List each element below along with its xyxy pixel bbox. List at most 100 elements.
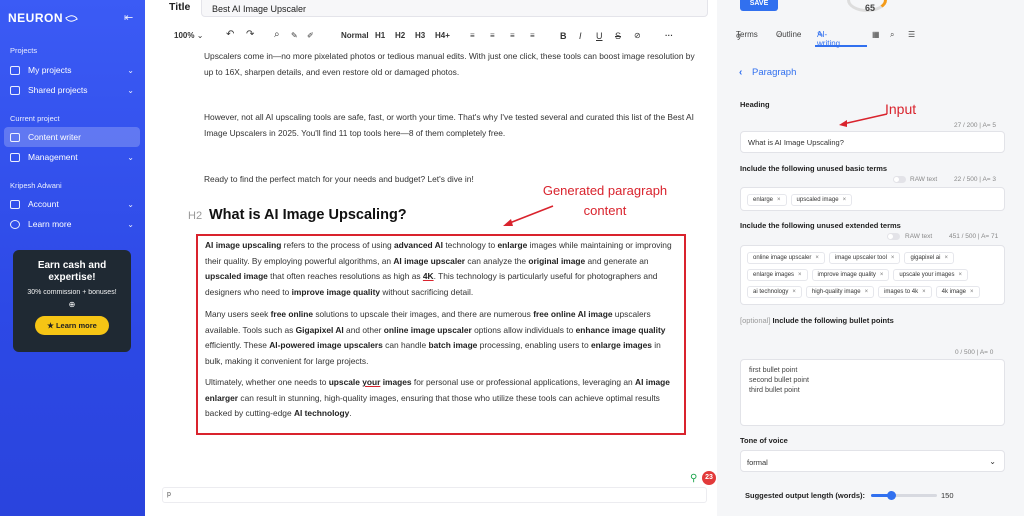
search-icon[interactable]: ⌕ — [274, 29, 280, 40]
paragraph[interactable]: However, not all AI upscaling tools are … — [204, 110, 704, 141]
extended-term-chip[interactable]: image upscaler tool × — [828, 252, 901, 264]
remove-term-icon[interactable]: × — [958, 272, 962, 278]
sidebar-item-management[interactable]: Management ⌄ — [4, 147, 140, 167]
raw-text-toggle[interactable] — [887, 233, 900, 240]
tab-editor-icon[interactable]: ▦ — [872, 30, 880, 39]
generated-paragraph[interactable]: Many users seek free online solutions to… — [205, 307, 679, 369]
undo-icon[interactable]: ↶ — [226, 29, 234, 40]
remove-term-icon[interactable]: × — [891, 255, 895, 261]
info-icon — [10, 219, 20, 229]
title-label: Title — [169, 1, 191, 13]
style-h2[interactable]: H2 — [395, 31, 405, 40]
shared-folder-icon — [10, 85, 20, 95]
underline-icon[interactable]: U — [596, 31, 603, 41]
remove-term-icon[interactable]: × — [880, 272, 884, 278]
raw-text-toggle[interactable] — [893, 176, 906, 183]
align-right-icon[interactable]: ≡ — [510, 31, 515, 40]
tab-chat-icon[interactable]: ⌕ — [890, 30, 894, 40]
tone-select[interactable]: formal ⌄ — [740, 450, 1005, 472]
extended-term-chip[interactable]: improve image quality × — [811, 269, 890, 281]
section-label-projects: Projects — [10, 46, 38, 55]
logo[interactable]: NEURON — [8, 11, 78, 25]
highlighter-icon[interactable]: ✐ — [307, 31, 314, 40]
promo-subtitle: 30% commission + bonuses! — [27, 289, 117, 296]
section-label-current-project: Current project — [10, 114, 60, 123]
remove-term-icon[interactable]: × — [815, 255, 819, 261]
extended-term-chip[interactable]: gigapixel ai × — [904, 252, 954, 264]
term-chip-label: image upscaler tool — [834, 255, 887, 261]
section-heading[interactable]: What is AI Image Upscaling? — [209, 207, 407, 223]
chevron-down-icon: ⌄ — [127, 65, 134, 75]
sidebar-item-label: Learn more — [28, 219, 72, 229]
term-chip-label: enlarge — [753, 197, 774, 203]
remove-term-icon[interactable]: × — [922, 289, 926, 295]
extended-term-chip[interactable]: 4k image × — [935, 286, 980, 298]
brush-icon[interactable]: ✎ — [291, 31, 298, 40]
slider-handle[interactable] — [886, 491, 896, 500]
align-justify-icon[interactable]: ≡ — [530, 31, 535, 40]
basic-counter-a: A= 3 — [982, 176, 997, 183]
raw-text-label: RAW text — [905, 233, 933, 240]
folder-icon — [10, 65, 20, 75]
remove-term-icon[interactable]: × — [777, 197, 781, 203]
save-button[interactable]: SAVE — [740, 0, 778, 11]
style-h4plus[interactable]: H4+ — [435, 31, 450, 40]
italic-icon[interactable]: I — [579, 31, 582, 41]
redo-icon[interactable]: ↷ — [246, 29, 254, 40]
extended-terms-box[interactable]: online image upscaler × image upscaler too… — [740, 245, 1005, 305]
generated-paragraph[interactable]: AI image upscaling refers to the process… — [205, 238, 679, 300]
learn-more-button[interactable]: ★ Learn more — [35, 316, 109, 335]
align-left-icon[interactable]: ≡ — [470, 31, 475, 40]
term-chip-label: images to 4k — [884, 289, 919, 295]
link-icon[interactable]: ⊘ — [634, 31, 641, 40]
basic-term-chip[interactable]: enlarge × — [747, 194, 787, 206]
right-panel: SAVE 65 ꝯ Terms ☼ Outline ✎ AI-writing ▦ … — [717, 0, 1024, 516]
sidebar-item-shared-projects[interactable]: Shared projects ⌄ — [4, 80, 140, 100]
length-slider[interactable] — [871, 491, 937, 500]
sidebar-item-content-writer[interactable]: Content writer — [4, 127, 140, 147]
zoom-select[interactable]: 100% ⌄ — [174, 31, 203, 40]
tab-list-icon[interactable]: ☰ — [908, 30, 915, 39]
more-icon[interactable]: ··· — [665, 31, 673, 40]
bullets-textarea[interactable]: first bullet point second bullet point t… — [740, 359, 1005, 426]
paragraph[interactable]: Upscalers come in—no more pixelated phot… — [204, 49, 704, 80]
extended-term-chip[interactable]: upscale your images × — [893, 269, 968, 281]
remove-term-icon[interactable]: × — [970, 289, 974, 295]
remove-term-icon[interactable]: × — [792, 289, 796, 295]
strikethrough-icon[interactable]: S — [615, 31, 621, 41]
sidebar-item-account[interactable]: Account ⌄ — [4, 194, 140, 214]
location-pin-icon[interactable]: ⚲ — [690, 473, 699, 484]
chevron-down-icon: ⌄ — [127, 219, 134, 229]
heading-input[interactable]: What is AI Image Upscaling? — [740, 131, 1005, 153]
style-h3[interactable]: H3 — [415, 31, 425, 40]
align-center-icon[interactable]: ≡ — [490, 31, 495, 40]
tab-label: Terms — [736, 30, 758, 39]
term-chip-label: high-quality image — [811, 289, 861, 295]
basic-terms-box[interactable]: enlarge × upscaled image × — [740, 187, 1005, 211]
extended-terms-counter: 451 / 500 | A= 71 — [949, 233, 999, 240]
style-normal[interactable]: Normal — [341, 31, 369, 40]
remove-term-icon[interactable]: × — [798, 272, 802, 278]
extended-term-chip[interactable]: online image upscaler × — [747, 252, 825, 264]
collapse-left-icon[interactable]: ⇤ — [124, 11, 133, 24]
extended-term-chip[interactable]: enlarge images × — [747, 269, 808, 281]
back-chevron-icon[interactable]: ‹ — [739, 67, 742, 78]
title-input[interactable]: Best AI Image Upscaler — [201, 0, 708, 17]
notification-badge[interactable]: 23 — [702, 471, 716, 485]
sidebar-item-my-projects[interactable]: My projects ⌄ — [4, 60, 140, 80]
remove-term-icon[interactable]: × — [944, 255, 948, 261]
list-icon — [10, 152, 20, 162]
basic-term-chip[interactable]: upscaled image × — [790, 194, 853, 206]
extended-term-chip[interactable]: high-quality image × — [805, 286, 875, 298]
style-h1[interactable]: H1 — [375, 31, 385, 40]
remove-term-icon[interactable]: × — [865, 289, 869, 295]
bold-icon[interactable]: B — [560, 31, 567, 41]
extended-term-chip[interactable]: ai technology × — [747, 286, 802, 298]
heading-counter-a: A= 5 — [982, 122, 997, 129]
extended-term-chip[interactable]: images to 4k × — [878, 286, 932, 298]
bullets-counter: 0 / 500 | A= 0 — [955, 349, 994, 356]
generated-paragraph[interactable]: Ultimately, whether one needs to upscale… — [205, 375, 679, 422]
learn-more-label: Learn more — [55, 321, 97, 330]
sidebar-item-learn-more[interactable]: Learn more ⌄ — [4, 214, 140, 234]
remove-term-icon[interactable]: × — [843, 197, 847, 203]
